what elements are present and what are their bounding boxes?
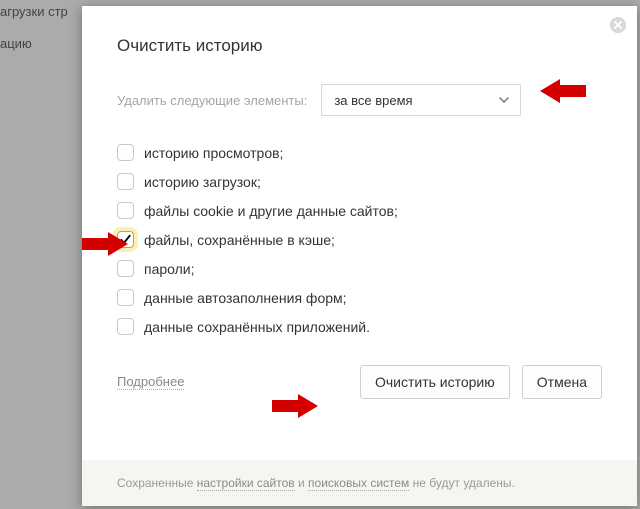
checkbox[interactable]	[117, 144, 134, 161]
note-text-pre: Сохраненные	[117, 476, 197, 490]
cancel-button[interactable]: Отмена	[522, 365, 602, 399]
checkbox[interactable]	[117, 289, 134, 306]
checkbox-label: файлы, сохранённые в кэше;	[144, 232, 335, 248]
clear-history-button[interactable]: Очистить историю	[360, 365, 510, 399]
bg-text-2: ацию	[0, 36, 32, 51]
note-text-post: не будут удалены.	[409, 476, 515, 490]
more-link[interactable]: Подробнее	[117, 374, 184, 390]
checkbox-label: историю просмотров;	[144, 145, 283, 161]
checkbox-label: пароли;	[144, 261, 195, 277]
checkbox-label: данные автозаполнения форм;	[144, 290, 347, 306]
checkbox-row: данные автозаполнения форм;	[117, 289, 602, 306]
chevron-down-icon	[498, 94, 510, 106]
close-icon[interactable]	[609, 16, 627, 34]
checkbox-label: файлы cookie и другие данные сайтов;	[144, 203, 398, 219]
checkbox-label: историю загрузок;	[144, 174, 261, 190]
search-engines-link[interactable]: поисковых систем	[308, 476, 409, 491]
checkbox-row: файлы cookie и другие данные сайтов;	[117, 202, 602, 219]
checkbox[interactable]	[117, 318, 134, 335]
checkbox-row: историю загрузок;	[117, 173, 602, 190]
checkbox-row: историю просмотров;	[117, 144, 602, 161]
note-text-mid: и	[295, 476, 308, 490]
checkbox-label: данные сохранённых приложений.	[144, 319, 370, 335]
checkbox-row: пароли;	[117, 260, 602, 277]
site-settings-link[interactable]: настройки сайтов	[197, 476, 295, 491]
range-label: Удалить следующие элементы:	[117, 93, 307, 108]
time-range-value: за все время	[334, 93, 412, 108]
checkbox-row: файлы, сохранённые в кэше;	[117, 231, 602, 248]
dialog-title: Очистить историю	[117, 36, 602, 56]
checkbox[interactable]	[117, 231, 134, 248]
time-range-select[interactable]: за все время	[321, 84, 521, 116]
bg-text-1: агрузки стр	[0, 4, 68, 19]
checkbox[interactable]	[117, 202, 134, 219]
checkbox[interactable]	[117, 173, 134, 190]
clear-history-dialog: Очистить историю Удалить следующие элеме…	[82, 6, 637, 506]
checkbox[interactable]	[117, 260, 134, 277]
note-bar: Сохраненные настройки сайтов и поисковых…	[82, 460, 637, 506]
checkbox-row: данные сохранённых приложений.	[117, 318, 602, 335]
